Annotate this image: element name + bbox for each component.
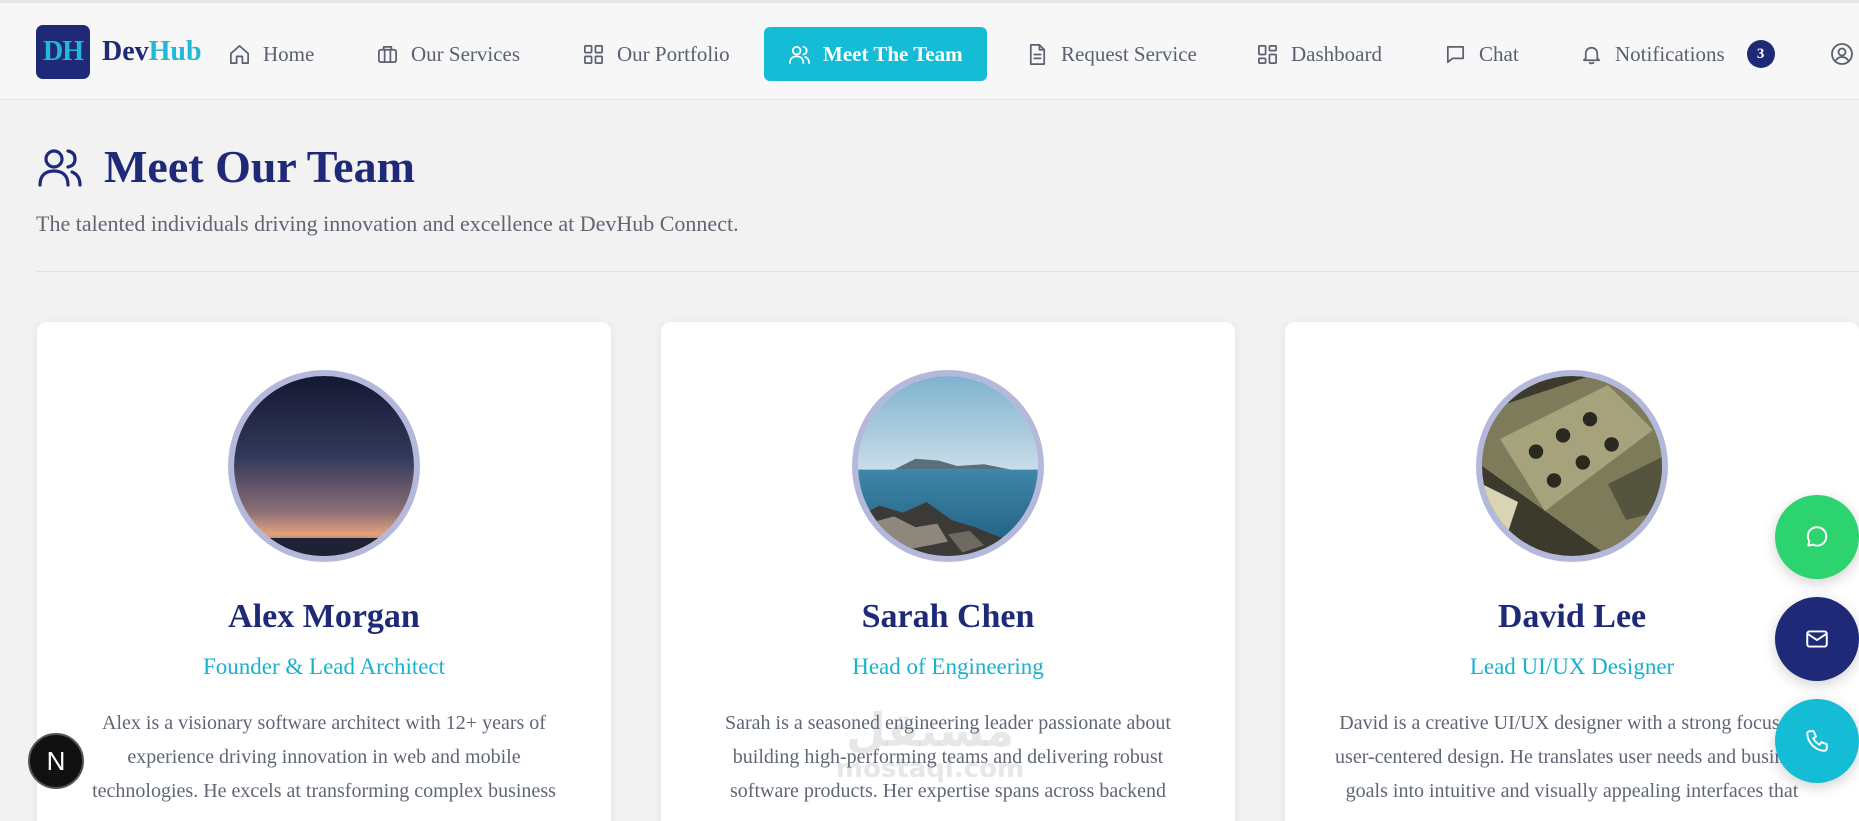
nav-item-chat[interactable]: Chat [1430,27,1533,81]
member-name: Sarah Chen [861,598,1035,635]
member-role: Founder & Lead Architect [202,654,446,679]
nav-label: Our Services [411,41,521,66]
notification-count-badge: 3 [1746,40,1775,68]
page-header: Meet Our Team The talented individuals d… [36,140,1859,237]
nav-item-notifications[interactable]: Notifications 3 [1566,27,1789,81]
users-icon [789,45,810,64]
page-subtitle: The talented individuals driving innovat… [36,211,739,236]
nav-label: Our Portfolio [617,41,730,66]
whatsapp-icon [1806,526,1828,547]
member-bio: David is a creative UI/UX designer with … [1335,712,1809,802]
nav-item-our-portfolio[interactable]: Our Portfolio [568,27,744,81]
grid-icon [584,44,603,64]
team-card-sarah-chen: Sarah Chen Head of Engineering Sarah is … [661,322,1235,821]
phone-button[interactable] [1775,699,1859,783]
nav-label: Request Service [1061,41,1197,66]
team-card-david-lee: David Lee Lead UI/UX Designer David is a… [1285,322,1859,821]
page-title: Meet Our Team [104,141,415,192]
nav-item-request-service[interactable]: Request Service [1012,27,1211,81]
member-role: Head of Engineering [852,654,1044,679]
top-navigation-bar: DH DevHub Home Our Services Our Portfoli… [0,0,1859,100]
brand-logo[interactable]: DH DevHub [36,25,202,79]
nav-label: Dashboard [1291,41,1382,66]
mail-icon [1806,630,1828,648]
email-button[interactable] [1775,597,1859,681]
document-icon [1029,43,1046,65]
member-name: David Lee [1497,598,1647,635]
users-icon [38,148,82,187]
dashboard-icon [1258,44,1277,64]
avatar [228,370,420,562]
briefcase-icon [378,45,397,63]
sunset-photo [234,376,414,556]
brand-name-hub: Hub [148,36,202,67]
next-dev-indicator[interactable]: N [28,733,84,789]
brand-name-dev: Dev [102,36,149,67]
member-bio: Sarah is a seasoned engineering leader p… [725,712,1171,802]
nav-item-dashboard[interactable]: Dashboard [1242,27,1396,81]
nav-label: Home [263,41,315,66]
home-icon [230,44,249,64]
user-circle-icon[interactable] [1830,42,1854,66]
nav-label: Meet The Team [823,41,963,66]
whatsapp-button[interactable] [1775,495,1859,579]
avatar [852,370,1044,562]
chat-icon [1446,45,1465,63]
nav-item-our-services[interactable]: Our Services [362,27,534,81]
avatar [1476,370,1668,562]
nav-item-meet-the-team[interactable]: Meet The Team [764,27,987,81]
guitar-photo [1482,376,1662,556]
brand-name: DevHub [102,36,202,68]
section-divider [36,271,1859,272]
logo-mark: DH [36,25,90,79]
member-bio: Alex is a visionary software architect w… [92,712,556,802]
team-card-alex-morgan: Alex Morgan Founder & Lead Architect Ale… [37,322,611,821]
phone-icon [1806,730,1828,752]
nav-label: Chat [1479,41,1519,66]
member-role: Lead UI/UX Designer [1469,654,1675,679]
nav-item-home[interactable]: Home [214,27,328,81]
sea-photo [858,376,1038,556]
member-name: Alex Morgan [228,598,420,635]
title-row: Meet Our Team [36,140,1859,193]
bell-icon [1582,46,1601,64]
nav-label: Notifications [1615,41,1725,66]
